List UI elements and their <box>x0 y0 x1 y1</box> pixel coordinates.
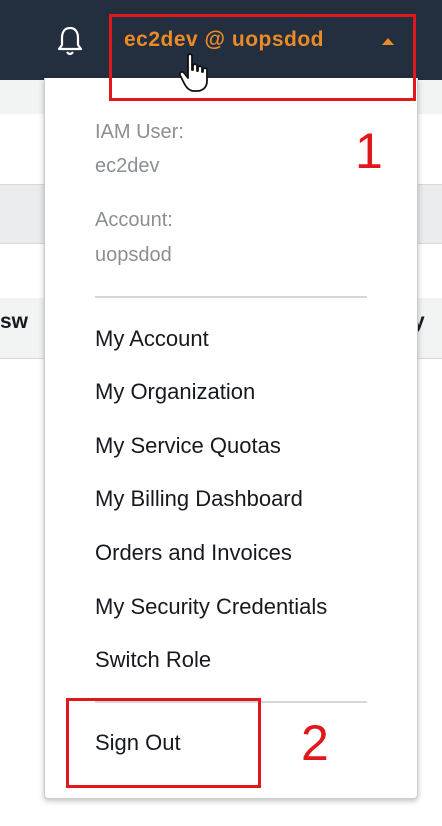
menu-item-switch-role[interactable]: Switch Role <box>95 647 211 673</box>
account-label: Account: <box>95 209 173 231</box>
menu-item-my-billing-dashboard[interactable]: My Billing Dashboard <box>95 486 303 512</box>
menu-item-orders-and-invoices[interactable]: Orders and Invoices <box>95 540 292 566</box>
iam-user-value: ec2dev <box>95 155 160 177</box>
menu-item-my-organization[interactable]: My Organization <box>95 379 255 405</box>
account-value: uopsdod <box>95 244 172 266</box>
annotation-box-2 <box>66 698 261 788</box>
menu-item-my-service-quotas[interactable]: My Service Quotas <box>95 433 281 459</box>
bell-icon[interactable] <box>55 24 85 58</box>
account-dropdown-menu: IAM User: ec2dev Account: uopsdod My Acc… <box>44 78 418 799</box>
divider <box>95 296 367 298</box>
menu-item-my-security-credentials[interactable]: My Security Credentials <box>95 594 327 620</box>
menu-item-my-account[interactable]: My Account <box>95 326 209 352</box>
iam-user-label: IAM User: <box>95 121 184 143</box>
annotation-number-2: 2 <box>301 715 329 771</box>
background-text-fragment-left: sw <box>0 310 29 333</box>
annotation-box-1 <box>109 14 416 101</box>
annotation-number-1: 1 <box>355 123 383 179</box>
